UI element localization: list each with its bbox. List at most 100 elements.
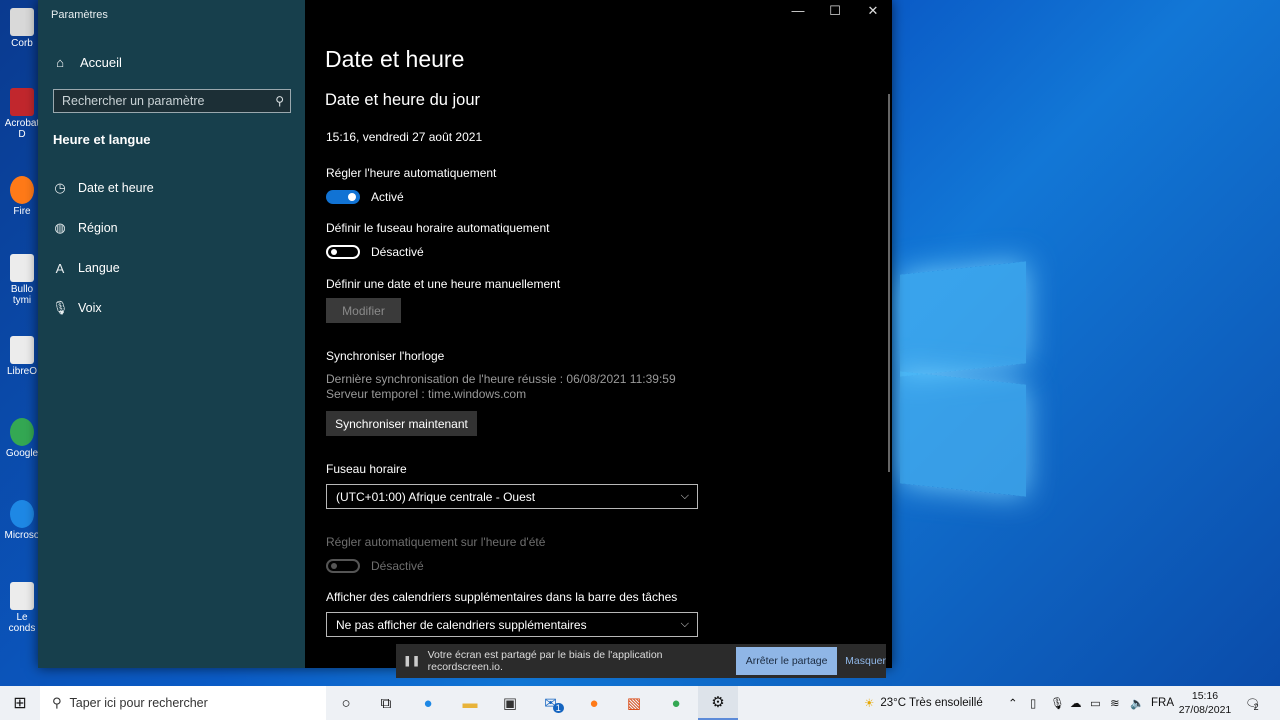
document-icon	[10, 582, 34, 610]
dst-label: Régler automatiquement sur l'heure d'été	[326, 535, 546, 549]
desktop-icon-edge[interactable]: Microso	[4, 500, 40, 541]
sync-title: Synchroniser l'horloge	[326, 349, 445, 363]
gear-icon: ⚙	[711, 694, 725, 711]
tray-chevron-button[interactable]: ⌃	[1008, 686, 1018, 720]
desktop-icon-document-2[interactable]: Le conds	[4, 582, 40, 634]
taskbar-chrome[interactable]: ●	[656, 686, 696, 720]
taskbar-office[interactable]: ▧	[614, 686, 654, 720]
nav-home[interactable]: ⌂ Accueil	[52, 52, 122, 72]
folder-icon: ▬	[462, 694, 478, 712]
search-icon: ⚲	[52, 695, 62, 710]
tray-icon-mic[interactable]: 🎙	[1050, 686, 1065, 720]
sidebar-item-label: Langue	[78, 261, 120, 275]
hide-button[interactable]: Masquer	[845, 655, 886, 667]
calendars-select[interactable]: Ne pas afficher de calendriers supplémen…	[326, 612, 698, 637]
sidebar-item-label: Région	[78, 221, 118, 235]
sidebar: Paramètres ⌂ Accueil Rechercher un param…	[38, 0, 305, 668]
taskbar-edge[interactable]: ●	[408, 686, 448, 720]
task-view-button[interactable]: ⧉	[366, 686, 406, 720]
sidebar-item-region[interactable]: ◍ Région	[52, 218, 118, 238]
tray-icon-wifi[interactable]: ≋	[1110, 686, 1120, 720]
calendar-clock-icon: ◷	[54, 180, 66, 195]
tray-icon-battery[interactable]: ▭	[1090, 686, 1101, 720]
calendars-label: Afficher des calendriers supplémentaires…	[326, 590, 678, 604]
taskbar-mail[interactable]: ✉ 1	[534, 686, 574, 720]
edge-icon	[10, 500, 34, 528]
desktop-icon-label: Le conds	[8, 612, 36, 634]
wifi-icon: ≋	[1110, 698, 1120, 710]
search-icon[interactable]: ⚲	[275, 94, 284, 108]
windows-icon: ⊞	[13, 695, 27, 712]
settings-search-input[interactable]: Rechercher un paramètre ⚲	[53, 89, 291, 113]
desktop-icon-document[interactable]: Bullo tymi	[4, 254, 40, 306]
clock-time: 15:16	[1191, 690, 1219, 702]
sidebar-item-language[interactable]: A Langue	[52, 258, 120, 278]
desktop-icon-acrobat[interactable]: Acrobat D	[4, 88, 40, 140]
timezone-value: (UTC+01:00) Afrique centrale - Ouest	[336, 489, 536, 504]
sidebar-item-label: Voix	[78, 301, 102, 315]
device-icon: ▯	[1030, 698, 1037, 710]
mail-badge: 1	[552, 703, 564, 713]
settings-window: Paramètres ⌂ Accueil Rechercher un param…	[38, 0, 892, 668]
calendars-value: Ne pas afficher de calendriers supplémen…	[336, 617, 587, 632]
dst-toggle[interactable]	[326, 559, 360, 573]
cortana-icon: ○	[341, 694, 351, 712]
nav-home-label: Accueil	[80, 54, 122, 70]
taskbar-file-explorer[interactable]: ▬	[450, 686, 490, 720]
tray-icon-cloud[interactable]: ☁	[1070, 686, 1082, 720]
current-datetime: 15:16, vendredi 27 août 2021	[326, 130, 483, 144]
taskbar: ⊞ ⚲ Taper ici pour rechercher ○ ⧉ ● ▬ ▣ …	[0, 686, 1280, 720]
weather-widget[interactable]: ☀ 23°C Très ensoleillé	[864, 686, 983, 720]
firefox-icon	[10, 176, 34, 204]
stop-sharing-button[interactable]: Arrêter le partage	[736, 647, 838, 675]
battery-icon: ▭	[1090, 698, 1101, 710]
desktop-icon-label: LibreO	[6, 366, 37, 377]
desktop-icon-label: Microso	[4, 530, 40, 541]
office-icon: ▧	[626, 695, 642, 712]
tray-icon-network-device[interactable]: ▯	[1030, 686, 1036, 720]
acrobat-icon	[10, 88, 34, 116]
tray-icon-volume[interactable]: 🔈	[1130, 686, 1144, 720]
desktop-icons: Corb Acrobat D Fire Bullo tymi LibreO Go…	[0, 0, 40, 680]
screen-share-bar: ❚❚ Votre écran est partagé par le biais …	[396, 644, 886, 678]
sync-last: Dernière synchronisation de l'heure réus…	[326, 372, 676, 386]
auto-timezone-toggle-row: Désactivé	[326, 245, 424, 259]
taskbar-clock[interactable]: 15:16 27/08/2021	[1170, 689, 1240, 717]
taskbar-store[interactable]: ▣	[490, 686, 530, 720]
sync-now-button[interactable]: Synchroniser maintenant	[326, 411, 477, 436]
desktop-icon-firefox[interactable]: Fire	[4, 176, 40, 217]
start-button[interactable]: ⊞	[0, 686, 40, 720]
language-icon: A	[55, 260, 65, 276]
chevron-down-icon: ⌵	[680, 490, 689, 502]
home-icon: ⌂	[56, 54, 64, 70]
chrome-icon	[10, 418, 34, 446]
desktop-icon-label: Acrobat D	[4, 118, 40, 140]
microphone-icon: 🎙	[1050, 698, 1065, 710]
taskbar-firefox[interactable]: ●	[574, 686, 614, 720]
auto-timezone-label: Définir le fuseau horaire automatiquemen…	[326, 221, 550, 235]
logo-pane	[900, 261, 1026, 377]
auto-time-toggle[interactable]	[326, 190, 360, 204]
document-icon	[10, 254, 34, 282]
clock-date: 27/08/2021	[1178, 704, 1232, 716]
sun-icon: ☀	[864, 698, 875, 710]
taskbar-search[interactable]: ⚲ Taper ici pour rechercher	[40, 686, 326, 720]
sidebar-item-voice[interactable]: 🎙 Voix	[52, 298, 102, 318]
auto-timezone-toggle[interactable]	[326, 245, 360, 259]
taskbar-settings[interactable]: ⚙	[698, 686, 738, 720]
cortana-button[interactable]: ○	[326, 686, 366, 720]
timezone-select[interactable]: (UTC+01:00) Afrique centrale - Ouest ⌵	[326, 484, 698, 509]
auto-time-state: Activé	[371, 190, 404, 204]
logo-pane	[900, 371, 1026, 497]
notification-center-button[interactable]: 🗨 2	[1245, 686, 1260, 720]
dst-state: Désactivé	[371, 559, 424, 573]
notification-count: 2	[1253, 702, 1259, 712]
sidebar-item-date-time[interactable]: ◷ Date et heure	[52, 178, 154, 198]
scrollbar[interactable]	[888, 94, 890, 472]
desktop-icon-recycle-bin[interactable]: Corb	[4, 8, 40, 49]
desktop-icon-chrome[interactable]: Google	[4, 418, 40, 459]
libreoffice-icon	[10, 336, 34, 364]
desktop-icon-libreoffice[interactable]: LibreO	[4, 336, 40, 377]
modify-button[interactable]: Modifier	[326, 298, 401, 323]
sidebar-item-label: Date et heure	[78, 181, 154, 195]
